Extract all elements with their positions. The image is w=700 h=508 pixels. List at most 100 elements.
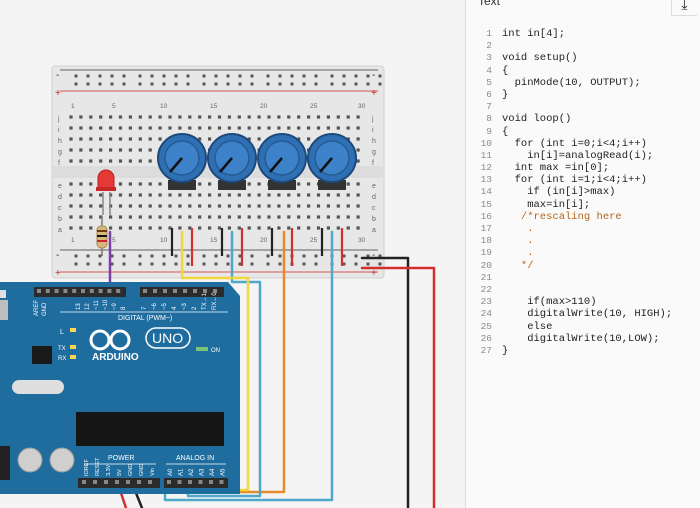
breadboard-hole[interactable] (79, 226, 83, 230)
download-icon[interactable]: ⤓ (671, 0, 697, 16)
rail-hole[interactable] (122, 74, 126, 78)
breadboard-hole[interactable] (178, 115, 182, 119)
breadboard-hole[interactable] (79, 182, 83, 186)
rail-hole[interactable] (250, 254, 254, 258)
rail-hole[interactable] (302, 82, 306, 86)
breadboard-hole[interactable] (277, 115, 281, 119)
header-pin[interactable] (107, 289, 112, 293)
breadboard-hole[interactable] (89, 226, 93, 230)
rail-hole[interactable] (86, 74, 90, 78)
breadboard-hole[interactable] (208, 226, 212, 230)
breadboard-hole[interactable] (217, 215, 222, 219)
header-pin[interactable] (54, 289, 59, 293)
breadboard-hole[interactable] (118, 159, 123, 163)
breadboard-hole[interactable] (109, 159, 113, 163)
breadboard-hole[interactable] (188, 204, 192, 208)
rail-hole[interactable] (378, 82, 382, 86)
line-text[interactable]: digitalWrite(10, HIGH); (502, 308, 672, 320)
line-text[interactable]: { (502, 65, 508, 77)
breadboard-hole[interactable] (109, 137, 113, 141)
breadboard-hole[interactable] (178, 204, 182, 208)
rail-hole[interactable] (354, 254, 358, 258)
breadboard-hole[interactable] (198, 126, 202, 130)
led-dome[interactable] (97, 169, 115, 189)
breadboard-hole[interactable] (208, 182, 212, 186)
header-pin[interactable] (137, 480, 141, 484)
header-pin[interactable] (82, 480, 86, 484)
breadboard-hole[interactable] (178, 226, 182, 230)
header-pin[interactable] (89, 289, 94, 293)
rail-hole[interactable] (138, 254, 142, 258)
rail-hole[interactable] (214, 262, 218, 266)
breadboard-hole[interactable] (99, 148, 103, 152)
breadboard-hole[interactable] (336, 115, 340, 119)
breadboard-hole[interactable] (307, 215, 311, 219)
breadboard-hole[interactable] (89, 204, 93, 208)
breadboard-hole[interactable] (99, 137, 103, 141)
line-text[interactable]: int in[4]; (502, 28, 565, 40)
rail-hole[interactable] (122, 254, 126, 258)
breadboard-hole[interactable] (316, 215, 321, 219)
rail-hole[interactable] (86, 254, 90, 258)
rail-hole[interactable] (314, 82, 318, 86)
rail-hole[interactable] (74, 254, 78, 258)
breadboard-hole[interactable] (99, 159, 103, 163)
breadboard-hole[interactable] (277, 193, 281, 197)
breadboard-hole[interactable] (346, 193, 350, 197)
breadboard-hole[interactable] (336, 126, 340, 130)
breadboard-hole[interactable] (326, 226, 330, 230)
rail-hole[interactable] (314, 262, 318, 266)
line-text[interactable]: in[i]=analogRead(i); (502, 150, 653, 162)
breadboard-hole[interactable] (79, 126, 83, 130)
line-text[interactable]: int max =in[0]; (502, 162, 610, 174)
breadboard-hole[interactable] (346, 226, 350, 230)
breadboard-hole[interactable] (128, 215, 132, 219)
rail-hole[interactable] (314, 254, 318, 258)
breadboard-hole[interactable] (118, 148, 123, 152)
header-pin[interactable] (148, 480, 152, 484)
breadboard-hole[interactable] (158, 226, 162, 230)
rail-hole[interactable] (250, 82, 254, 86)
breadboard-hole[interactable] (178, 126, 182, 130)
breadboard-hole[interactable] (69, 137, 73, 141)
breadboard-hole[interactable] (118, 126, 123, 130)
rail-hole[interactable] (378, 262, 382, 266)
breadboard-hole[interactable] (257, 137, 261, 141)
breadboard-hole[interactable] (287, 215, 291, 219)
rail-hole[interactable] (354, 82, 358, 86)
line-text[interactable]: void loop() (502, 113, 571, 125)
circuit-canvas[interactable]: - + - + - + - + j i h g f e d c b a j i … (0, 0, 465, 508)
breadboard-hole[interactable] (128, 204, 132, 208)
breadboard-hole[interactable] (138, 182, 142, 186)
breadboard-hole[interactable] (89, 115, 93, 119)
breadboard-hole[interactable] (158, 193, 162, 197)
breadboard-hole[interactable] (277, 204, 281, 208)
breadboard-hole[interactable] (307, 126, 311, 130)
breadboard-hole[interactable] (247, 226, 251, 230)
breadboard-hole[interactable] (109, 215, 113, 219)
breadboard-hole[interactable] (297, 215, 301, 219)
rail-hole[interactable] (330, 82, 334, 86)
rail-hole[interactable] (278, 82, 282, 86)
header-pin[interactable] (167, 480, 171, 484)
rail-hole[interactable] (366, 74, 370, 78)
breadboard-hole[interactable] (257, 204, 261, 208)
line-text[interactable]: } (502, 89, 508, 101)
breadboard-hole[interactable] (237, 215, 241, 219)
rail-hole[interactable] (150, 74, 154, 78)
breadboard-hole[interactable] (356, 126, 360, 130)
breadboard-hole[interactable] (346, 215, 350, 219)
breadboard-hole[interactable] (89, 193, 93, 197)
breadboard-hole[interactable] (307, 115, 311, 119)
line-text[interactable]: pinMode(10, OUTPUT); (502, 77, 641, 89)
header-pin[interactable] (163, 289, 167, 293)
breadboard-hole[interactable] (257, 215, 261, 219)
header-pin[interactable] (209, 480, 213, 484)
breadboard-hole[interactable] (188, 126, 192, 130)
rail-hole[interactable] (74, 74, 78, 78)
breadboard-hole[interactable] (257, 115, 261, 119)
breadboard-hole[interactable] (297, 182, 301, 186)
breadboard-hole[interactable] (79, 204, 83, 208)
breadboard-hole[interactable] (237, 126, 241, 130)
rail-hole[interactable] (226, 262, 230, 266)
